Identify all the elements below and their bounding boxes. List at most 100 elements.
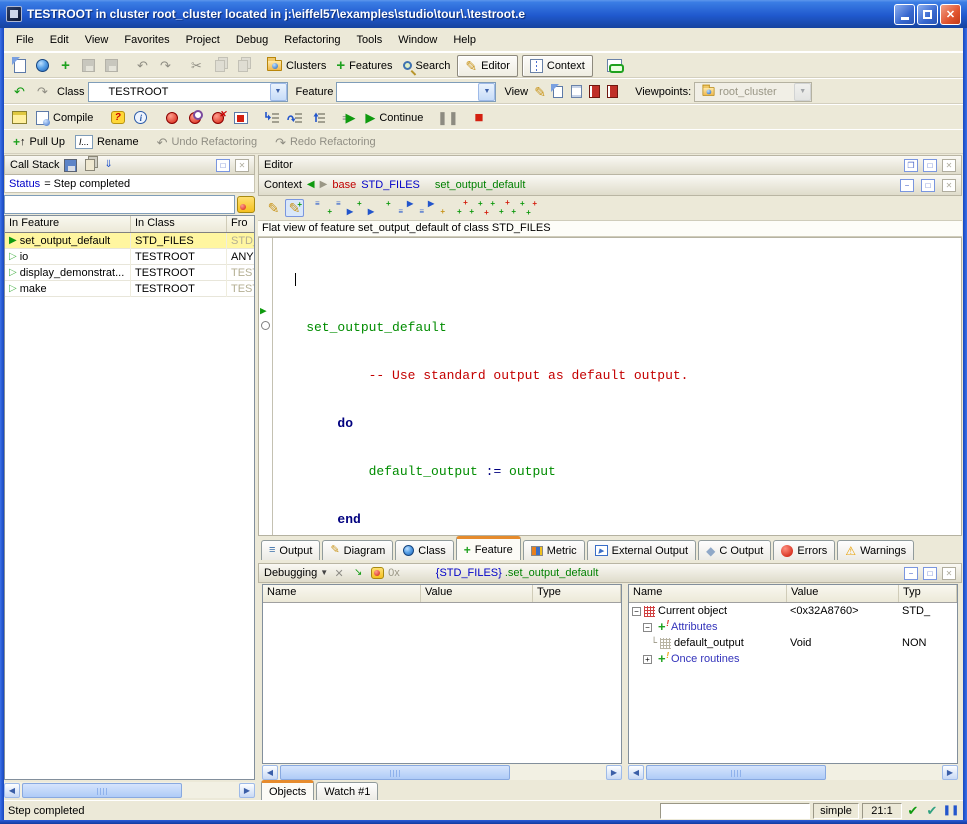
debugging-minimize-button[interactable]: − [904, 567, 918, 580]
callstack-close-button[interactable]: ✕ [235, 159, 249, 172]
remove-object-icon[interactable]: ✕ [331, 566, 347, 581]
ancestors-icon[interactable]: +++ [456, 199, 475, 217]
scroll-left-button[interactable]: ◀ [262, 765, 278, 780]
menu-help[interactable]: Help [445, 31, 484, 49]
scroll-right-button[interactable]: ▶ [606, 765, 622, 780]
callstack-row[interactable]: ▷io TESTROOT ANY [5, 249, 254, 265]
object-row-current[interactable]: −Current object <0x32A8760> STD_ [629, 603, 957, 619]
editor-gutter[interactable] [259, 238, 273, 535]
compile-button[interactable]: Compile [31, 107, 98, 129]
rename-button[interactable]: I... Rename [70, 131, 144, 153]
redo-icon[interactable]: ↷ [155, 56, 176, 76]
debugging-close-button[interactable]: ✕ [942, 567, 956, 580]
cut-icon[interactable]: ✂ [186, 56, 207, 76]
history-forward-icon[interactable]: ▶ [320, 180, 328, 190]
debugging-maximize-button[interactable]: □ [923, 567, 937, 580]
col-type[interactable]: Type [533, 585, 621, 602]
tab-metric[interactable]: Metric [523, 540, 585, 560]
copy-icon[interactable] [209, 56, 230, 76]
menu-edit[interactable]: Edit [42, 31, 77, 49]
view-interface-icon[interactable] [604, 84, 620, 100]
undo-icon[interactable]: ↶ [132, 56, 153, 76]
clusters-button[interactable]: Clusters [262, 55, 331, 77]
class-combo-dropdown[interactable]: ▼ [270, 83, 287, 101]
objects-hscrollbar[interactable]: ◀ ▶ [628, 764, 958, 780]
maximize-button[interactable] [917, 4, 938, 25]
view-contract-icon[interactable] [586, 84, 602, 100]
assigners-icon[interactable]: ≡▶ [335, 199, 354, 217]
context-toggle-button[interactable]: Context [522, 55, 593, 77]
assignees-icon[interactable]: ▶≡ [406, 199, 425, 217]
scroll-left-button[interactable]: ◀ [4, 783, 20, 798]
expression-bubble-icon[interactable] [369, 566, 385, 581]
col-in-class[interactable]: In Class [131, 216, 227, 232]
edit-feature-icon[interactable]: ✎ [264, 199, 283, 217]
hex-toggle[interactable]: 0x [388, 567, 400, 579]
callers-icon[interactable]: ≡+ [314, 199, 333, 217]
close-button[interactable]: ✕ [940, 4, 961, 25]
step-out-icon[interactable] [307, 108, 328, 128]
menu-tools[interactable]: Tools [349, 31, 391, 49]
new-feature-view-icon[interactable]: ✎+ [285, 199, 304, 217]
project-settings-icon[interactable] [9, 108, 30, 128]
context-minimize-button[interactable]: − [900, 179, 914, 192]
features-button[interactable]: + Features [331, 55, 397, 77]
homonyms-icon[interactable]: +++ [498, 199, 517, 217]
set-stack-depth-icon[interactable]: ⇓ [101, 158, 117, 173]
add-icon[interactable]: + [55, 56, 76, 76]
tab-class[interactable]: Class [395, 540, 454, 560]
implementers-icon[interactable]: +++ [519, 199, 538, 217]
breakpoints-tool-icon[interactable] [230, 108, 251, 128]
tab-errors[interactable]: Errors [773, 540, 835, 560]
step-over-icon[interactable] [284, 108, 305, 128]
editor-toggle-button[interactable]: ✎ Editor [457, 55, 517, 77]
scroll-right-button[interactable]: ▶ [239, 783, 255, 798]
debugging-dropdown-icon[interactable]: ▼ [320, 569, 328, 577]
context-close-button[interactable]: ✕ [942, 179, 956, 192]
menu-favorites[interactable]: Favorites [116, 31, 177, 49]
code-editor[interactable]: ▶ set_output_default -- Use standard out… [258, 237, 962, 536]
menu-window[interactable]: Window [390, 31, 445, 49]
editor-close-button[interactable]: ✕ [942, 159, 956, 172]
object-row-attribute[interactable]: └default_output Void NON [629, 635, 957, 651]
collapse-toggle[interactable]: − [643, 623, 652, 632]
open-shell-icon[interactable] [32, 56, 53, 76]
save-icon[interactable] [78, 56, 99, 76]
paste-icon[interactable] [232, 56, 253, 76]
tab-objects[interactable]: Objects [261, 780, 314, 800]
editor-maximize-button[interactable]: □ [923, 159, 937, 172]
crumb-feature[interactable]: set_output_default [435, 179, 526, 191]
scroll-thumb[interactable] [280, 765, 510, 780]
undo-refactoring-button[interactable]: ↶ Undo Refactoring [152, 131, 263, 153]
run-icon[interactable]: ≡▶ [338, 108, 359, 128]
callstack-row[interactable]: ▷display_demonstrat... TESTROOT TEST [5, 265, 254, 281]
scroll-thumb[interactable] [646, 765, 826, 780]
callstack-maximize-button[interactable]: □ [216, 159, 230, 172]
object-row-once[interactable]: ++Once routines [629, 651, 957, 667]
col-type[interactable]: Typ [899, 585, 957, 602]
save-callstack-icon[interactable] [63, 158, 79, 173]
exception-bubble-icon[interactable] [237, 196, 255, 213]
feature-combo-dropdown[interactable]: ▼ [478, 83, 495, 101]
collapse-toggle[interactable]: − [632, 607, 641, 616]
expand-toggle[interactable]: + [643, 655, 652, 664]
disable-breakpoints-icon[interactable] [184, 108, 205, 128]
link-context-icon[interactable] [604, 56, 625, 76]
crumb-base[interactable]: base [332, 179, 356, 191]
enable-breakpoints-icon[interactable] [161, 108, 182, 128]
col-name[interactable]: Name [263, 585, 421, 602]
send-to-new-tool-icon[interactable]: ↶ [9, 82, 30, 102]
tab-diagram[interactable]: ✎Diagram [322, 540, 393, 560]
error-info-icon[interactable]: ? [107, 108, 128, 128]
tab-output[interactable]: ≡Output [261, 540, 320, 560]
menu-file[interactable]: File [8, 31, 42, 49]
breakpoint-slot-icon[interactable] [261, 321, 270, 330]
context-maximize-button[interactable]: □ [921, 179, 935, 192]
class-combo[interactable]: TESTROOT ▼ [88, 82, 288, 102]
pull-up-button[interactable]: + ↑ Pull Up [8, 131, 70, 153]
crumb-class[interactable]: STD_FILES [361, 179, 420, 191]
send-forward-icon[interactable]: ↷ [32, 82, 53, 102]
descendants-icon[interactable]: +++ [477, 199, 496, 217]
save-all-icon[interactable] [101, 56, 122, 76]
menu-refactoring[interactable]: Refactoring [276, 31, 348, 49]
